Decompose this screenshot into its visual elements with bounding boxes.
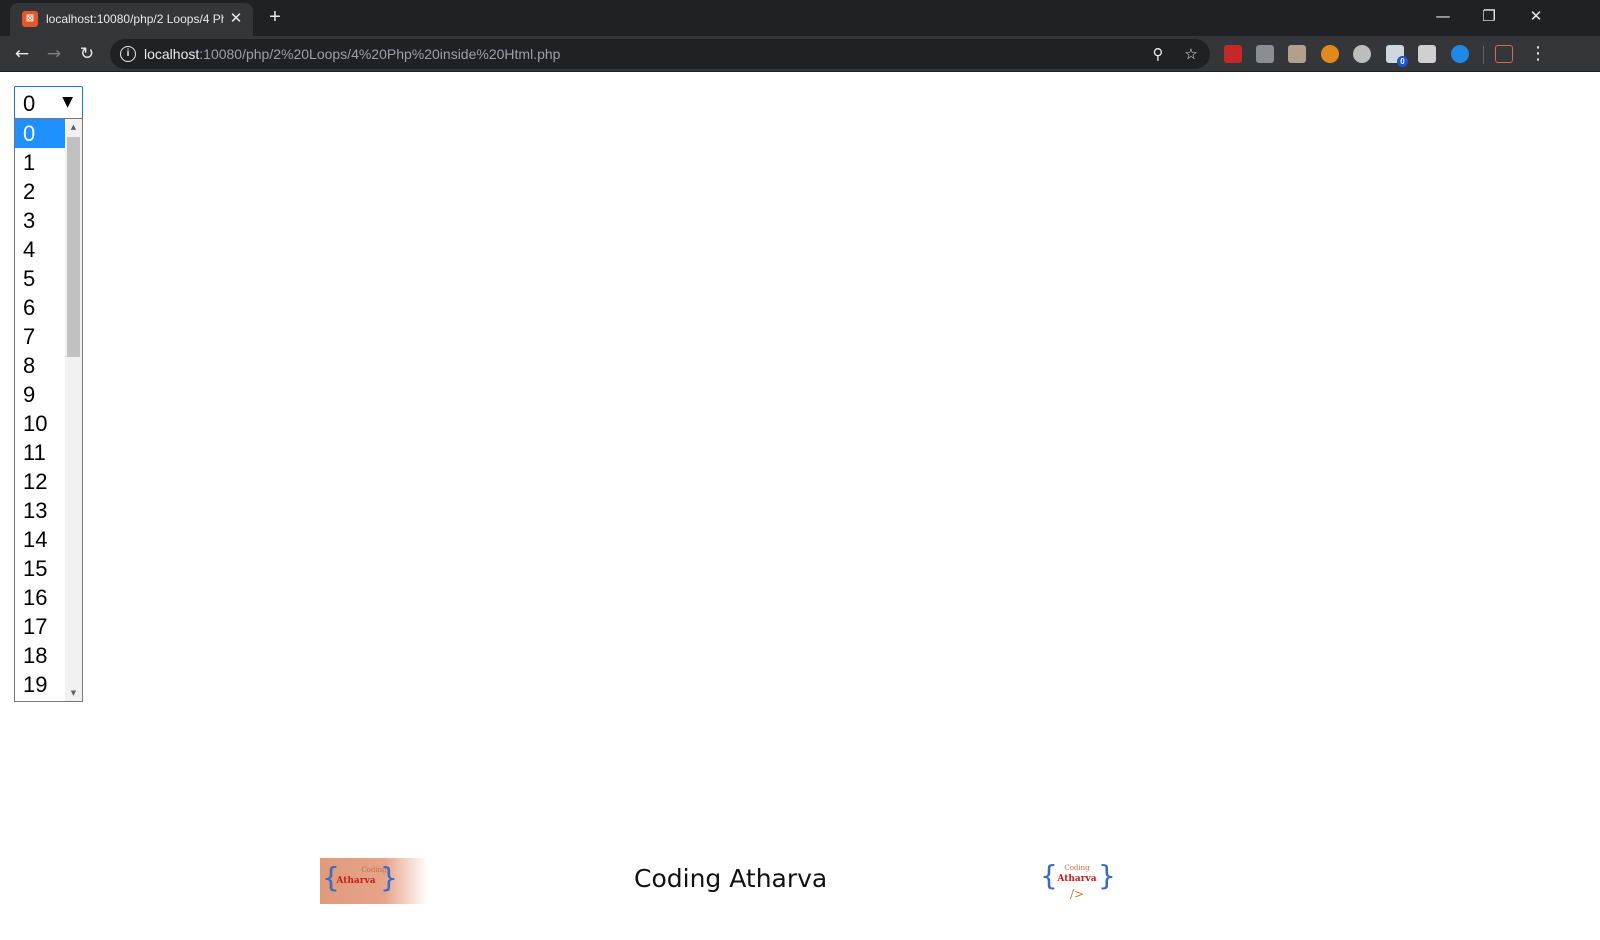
- select-option[interactable]: 13: [15, 496, 66, 525]
- zoom-icon[interactable]: ⚲: [1147, 43, 1169, 65]
- extension-icon-1[interactable]: [1224, 45, 1242, 63]
- select-option[interactable]: 7: [15, 322, 66, 351]
- extension-icon-4[interactable]: [1321, 45, 1339, 63]
- browser-toolbar: ← → ↻ i localhost:10080/php/2%20Loops/4%…: [0, 36, 1600, 72]
- brace-close: }: [1098, 859, 1116, 892]
- logo-coding-text: Coding: [361, 866, 387, 874]
- select-option[interactable]: 19: [15, 670, 66, 699]
- select-option[interactable]: 10: [15, 409, 66, 438]
- bookmark-star-icon[interactable]: ☆: [1180, 43, 1202, 65]
- coding-atharva-logo-left: { Coding Atharva }: [320, 858, 428, 904]
- dropdown-scrollbar[interactable]: ▲ ▼: [65, 119, 82, 701]
- toolbar-separator: [1483, 46, 1484, 64]
- select-option[interactable]: 12: [15, 467, 66, 496]
- forward-button[interactable]: →: [41, 41, 67, 67]
- browser-tab[interactable]: ⊠ localhost:10080/php/2 Loops/4 Php insi…: [10, 3, 253, 36]
- select-option[interactable]: 8: [15, 351, 66, 380]
- extension-icon-6[interactable]: 0: [1386, 45, 1408, 67]
- coding-atharva-logo-right: { Coding Atharva /> }: [1040, 856, 1116, 906]
- address-bar[interactable]: i localhost:10080/php/2%20Loops/4%20Php%…: [110, 39, 1210, 69]
- select-option[interactable]: 3: [15, 206, 66, 235]
- url-path: :10080/php/2%20Loops/4%20Php%20inside%20…: [199, 46, 561, 62]
- select-option[interactable]: 9: [15, 380, 66, 409]
- browser-tab-strip: ⊠ localhost:10080/php/2 Loops/4 Php insi…: [0, 0, 1600, 36]
- tab-title: localhost:10080/php/2 Loops/4 Php inside…: [46, 12, 224, 26]
- select-option[interactable]: 15: [15, 554, 66, 583]
- select-option[interactable]: 0: [15, 119, 66, 148]
- select-option[interactable]: 4: [15, 235, 66, 264]
- extension-icon-2[interactable]: [1256, 45, 1274, 63]
- scroll-down-arrow-icon[interactable]: ▼: [65, 687, 82, 699]
- extension-icon-3[interactable]: [1288, 45, 1306, 63]
- site-info-icon[interactable]: i: [120, 46, 136, 62]
- restore-button[interactable]: ❐: [1469, 4, 1509, 28]
- select-option[interactable]: 14: [15, 525, 66, 554]
- select-dropdown-list[interactable]: 0 1 2 3 4 5 6 7 8 9 10 11 12 13 14 15 16 17 18 19 ▲ ▼: [14, 118, 83, 702]
- xampp-favicon-icon: ⊠: [22, 11, 38, 27]
- extension-badge: 0: [1397, 56, 1408, 67]
- dropdown-arrow-icon: ▼: [62, 94, 73, 110]
- select-option[interactable]: 5: [15, 264, 66, 293]
- profile-icon[interactable]: [1495, 45, 1513, 63]
- extension-icon-8[interactable]: [1451, 45, 1469, 63]
- scroll-up-arrow-icon[interactable]: ▲: [65, 121, 82, 133]
- select-current-value: 0: [23, 91, 36, 116]
- new-tab-button[interactable]: +: [264, 6, 286, 28]
- options-list: 0 1 2 3 4 5 6 7 8 9 10 11 12 13 14 15 16 17 18 19: [15, 119, 66, 699]
- reload-button[interactable]: ↻: [74, 41, 100, 67]
- extension-icon-5[interactable]: [1353, 45, 1371, 63]
- footer-caption: Coding Atharva: [634, 864, 828, 893]
- select-option[interactable]: 11: [15, 438, 66, 467]
- select-option[interactable]: 16: [15, 583, 66, 612]
- url-text[interactable]: localhost:10080/php/2%20Loops/4%20Php%20…: [144, 46, 560, 62]
- select-option[interactable]: 17: [15, 612, 66, 641]
- back-button[interactable]: ←: [9, 41, 35, 67]
- tab-close-icon[interactable]: ✕: [227, 10, 245, 28]
- extension-icon-7[interactable]: [1418, 45, 1436, 63]
- select-option[interactable]: 1: [15, 148, 66, 177]
- scrollbar-thumb[interactable]: [67, 137, 80, 357]
- minimize-button[interactable]: —: [1423, 4, 1463, 28]
- select-option[interactable]: 6: [15, 293, 66, 322]
- close-window-button[interactable]: ✕: [1516, 4, 1556, 28]
- number-select[interactable]: 0 ▼: [14, 86, 83, 119]
- url-host: localhost: [144, 46, 200, 62]
- select-option[interactable]: 2: [15, 177, 66, 206]
- select-option[interactable]: 18: [15, 641, 66, 670]
- brace-close: }: [380, 861, 398, 894]
- menu-icon[interactable]: ⋮: [1528, 41, 1548, 67]
